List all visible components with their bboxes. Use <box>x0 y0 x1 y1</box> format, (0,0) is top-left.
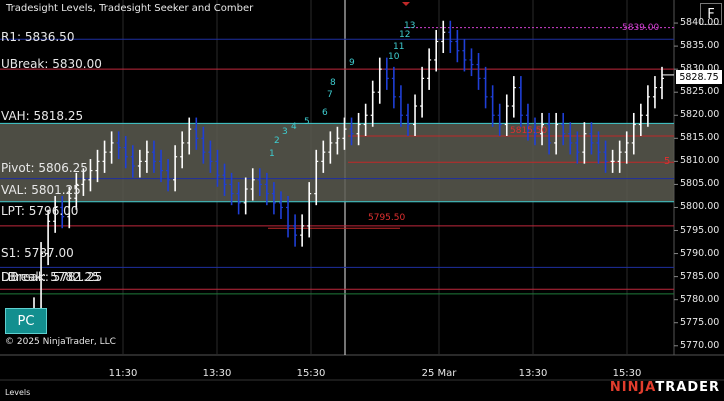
y-tick-label: 5800.00 <box>680 201 720 213</box>
y-tick-label: 5775.00 <box>680 316 720 328</box>
chart-title: Tradesight Levels, Tradesight Seeker and… <box>6 3 254 14</box>
y-tick-label: 5805.00 <box>680 178 720 190</box>
level-label-lpt: LPT: 5796.00 <box>1 204 79 218</box>
level-label-ubreak: UBreak: 5830.00 <box>1 57 102 71</box>
level-label-val: VAL: 5801.25 <box>1 183 81 197</box>
level-5839-label: 5839.00 <box>622 23 660 33</box>
seeker-count-13: 13 <box>404 21 416 31</box>
y-tick-label: 5790.00 <box>680 247 720 259</box>
marker-5-label: 5 <box>664 156 671 167</box>
seeker-count-3: 3 <box>282 127 288 137</box>
level-label-pivot: Pivot: 5806.25 <box>1 161 88 175</box>
seeker-count-5: 5 <box>304 117 310 127</box>
x-tick-label: 15:30 <box>296 368 326 379</box>
seeker-count-2: 2 <box>274 136 280 146</box>
y-tick-label: 5835.00 <box>680 40 720 52</box>
brand-part2: TRADER <box>655 380 720 395</box>
panel-label: Levels <box>5 388 31 397</box>
current-price-badge: 5828.75 <box>676 70 722 84</box>
y-tick-label: 5780.00 <box>680 293 720 305</box>
y-tick-label: 5785.00 <box>680 270 720 282</box>
seeker-count-11: 11 <box>393 42 405 52</box>
x-tick-label: 13:30 <box>202 368 232 379</box>
y-tick-label: 5770.00 <box>680 339 720 351</box>
copyright-text: © 2025 NinjaTrader, LLC <box>5 337 116 347</box>
level-label-s1: S1: 5787.00 <box>1 246 74 260</box>
x-tick-label: 15:30 <box>612 368 642 379</box>
y-tick-label: 5810.00 <box>680 155 720 167</box>
seeker-count-8: 8 <box>330 78 336 88</box>
seeker-count-10: 10 <box>388 52 400 62</box>
y-tick-label: 5820.00 <box>680 109 720 121</box>
level-label-r1: R1: 5836.50 <box>1 30 75 44</box>
seeker-count-7: 7 <box>327 90 333 100</box>
top-marker <box>402 2 410 6</box>
x-tick-label: 25 Mar <box>421 368 457 379</box>
seeker-count-12: 12 <box>399 30 411 40</box>
level-label-dbreak: DBreak: 5781.25 <box>1 270 103 284</box>
y-tick-label: 5825.00 <box>680 86 720 98</box>
level-5795-label: 5795.50 <box>368 213 406 223</box>
x-tick-label: 11:30 <box>108 368 138 379</box>
seeker-count-9: 9 <box>349 58 355 68</box>
seeker-count-4: 4 <box>291 122 297 132</box>
pc-button[interactable]: PC <box>5 308 47 334</box>
x-tick-label: 13:30 <box>518 368 548 379</box>
level-label-vah: VAH: 5818.25 <box>1 109 84 123</box>
brand-part1: NINJA <box>609 380 656 395</box>
level-5815-label: 5815.50 <box>510 126 548 136</box>
y-tick-label: 5840.00 <box>680 17 720 29</box>
ninjatrader-logo: NINJATRADER <box>610 380 720 395</box>
seeker-count-6: 6 <box>322 108 328 118</box>
y-tick-label: 5795.00 <box>680 224 720 236</box>
seeker-count-1: 1 <box>269 149 275 159</box>
y-tick-label: 5815.00 <box>680 132 720 144</box>
